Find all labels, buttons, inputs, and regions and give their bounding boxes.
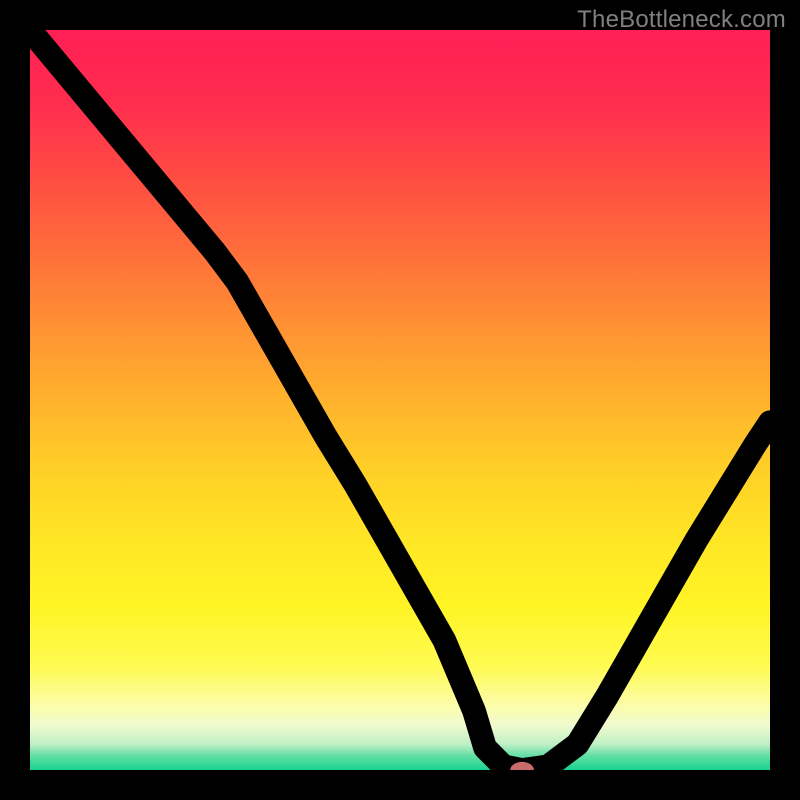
chart-frame: TheBottleneck.com (0, 0, 800, 800)
chart-background (30, 30, 770, 770)
bottleneck-chart (30, 30, 770, 770)
